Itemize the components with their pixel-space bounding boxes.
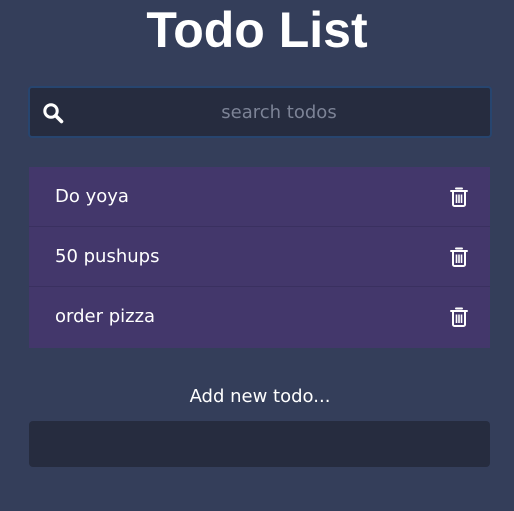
search-form <box>28 86 492 138</box>
todo-item: order pizza <box>29 287 490 348</box>
todo-list: Do yoya 50 pushups order pizza <box>29 167 490 348</box>
trash-icon[interactable] <box>450 187 468 207</box>
todo-item: Do yoya <box>29 167 490 227</box>
page-title: Todo List <box>146 2 368 58</box>
trash-icon[interactable] <box>450 247 468 267</box>
search-icon <box>42 102 64 124</box>
trash-icon[interactable] <box>450 307 468 327</box>
todo-label: order pizza <box>55 306 156 327</box>
add-todo-label: Add new todo... <box>189 386 331 407</box>
todo-label: 50 pushups <box>55 246 160 267</box>
todo-item: 50 pushups <box>29 227 490 287</box>
todo-label: Do yoya <box>55 186 129 207</box>
add-todo-input[interactable] <box>29 421 490 467</box>
search-input[interactable] <box>74 88 484 136</box>
